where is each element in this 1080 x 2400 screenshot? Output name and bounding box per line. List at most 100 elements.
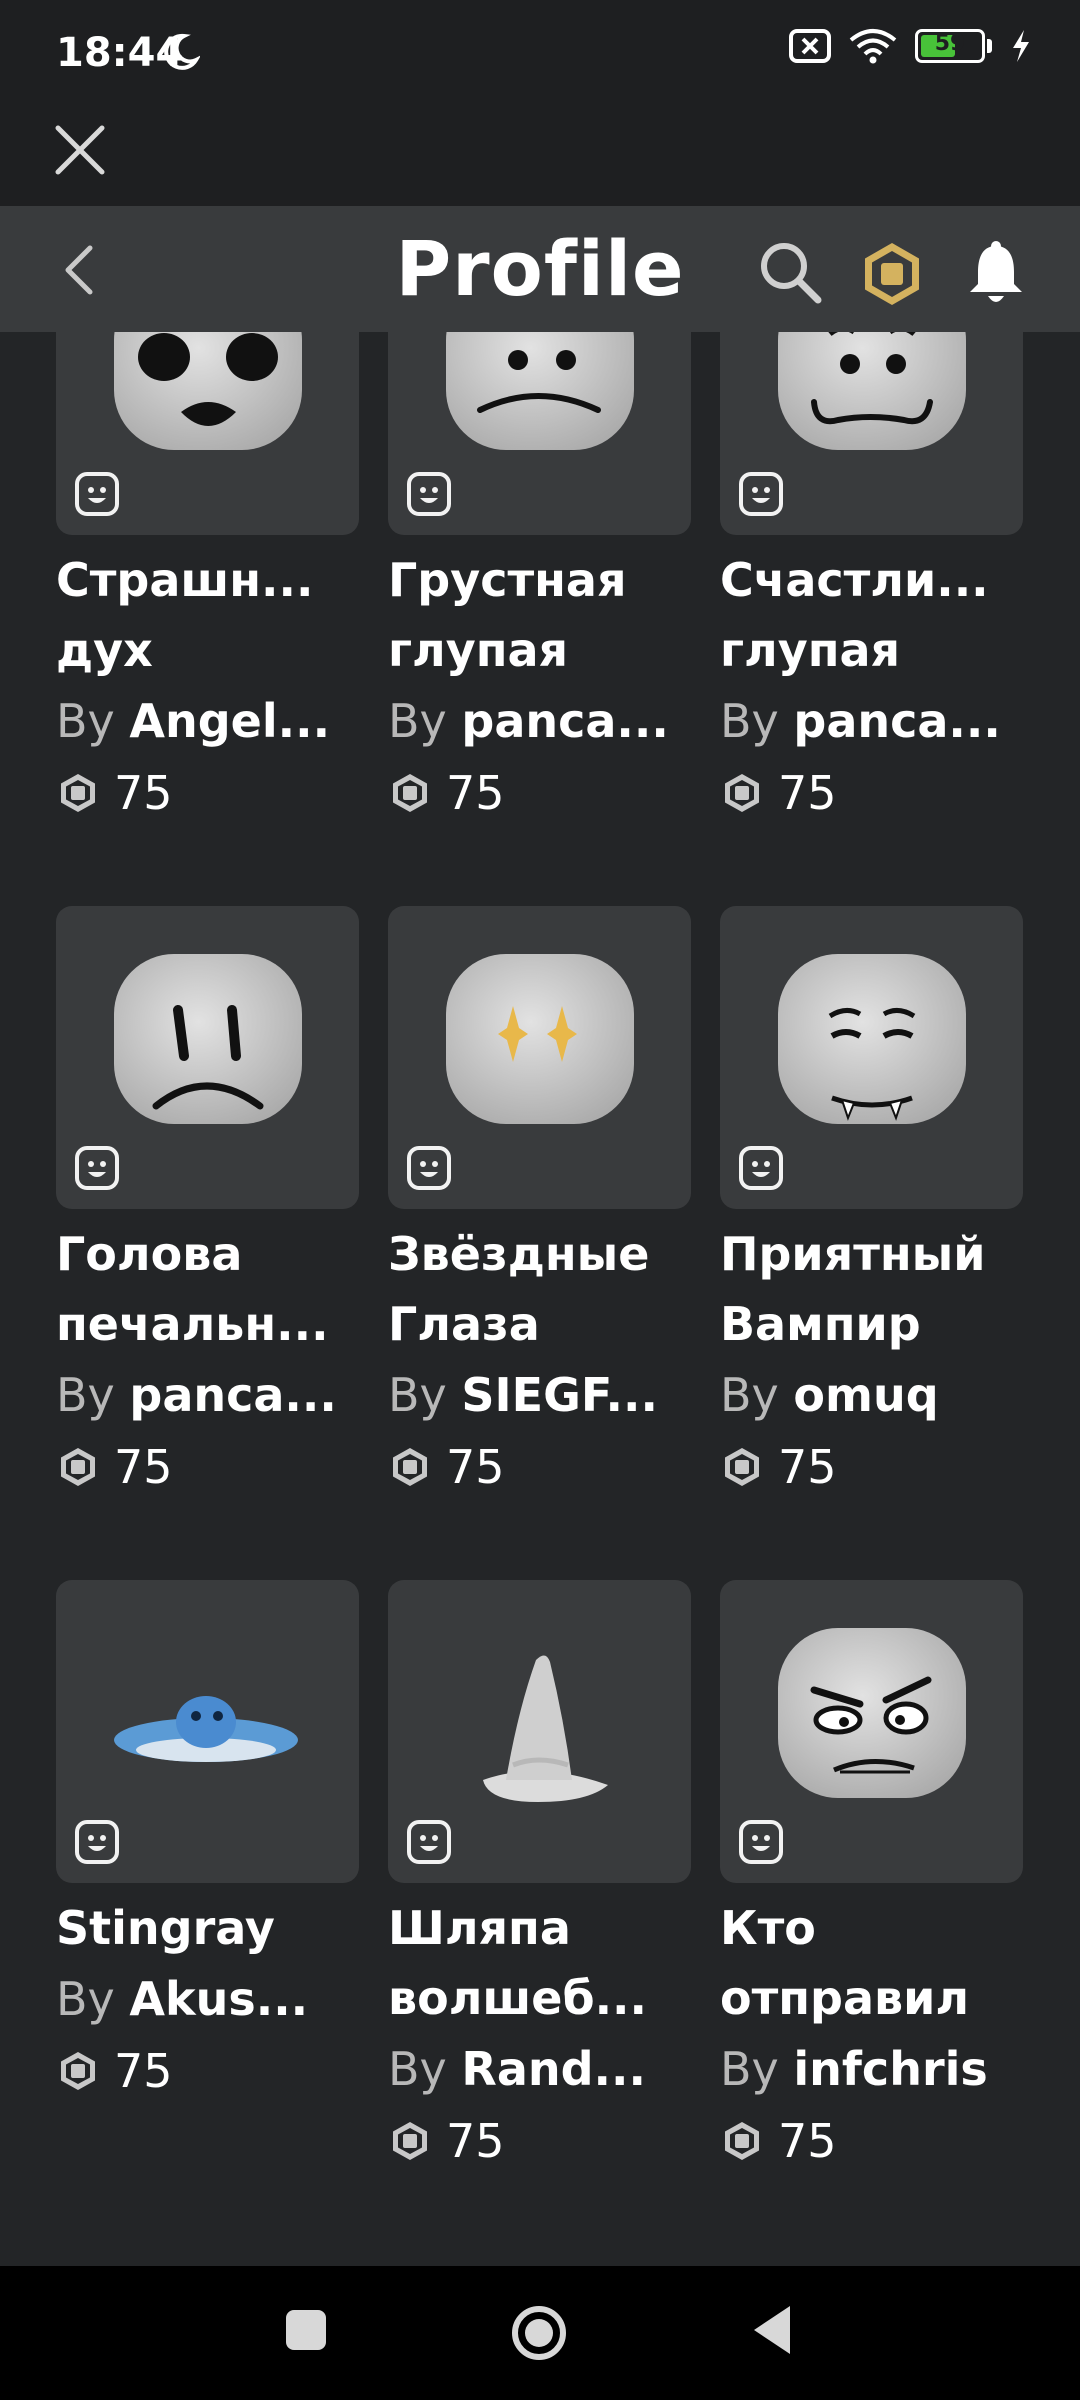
notification-bell-icon[interactable] — [966, 238, 1026, 308]
item-price: 75 — [720, 2105, 1023, 2177]
item-price: 75 — [388, 757, 691, 829]
item-name-line2[interactable]: глупая — [388, 615, 691, 685]
catalog-item[interactable]: Кто отправил By infchris 75 — [720, 1580, 1023, 2254]
wifi-icon — [849, 29, 897, 64]
creator-name[interactable]: panca... — [461, 694, 668, 748]
catalog-item[interactable]: Страшн... дух By Angel... 75 — [56, 332, 359, 906]
creator-name[interactable]: Akus... — [129, 1972, 308, 2026]
item-creator[interactable]: By panca... — [56, 1359, 359, 1431]
item-thumbnail[interactable] — [720, 332, 1023, 535]
price-value: 75 — [114, 1440, 173, 1494]
robux-price-icon — [393, 2122, 427, 2160]
robux-price-icon — [725, 2122, 759, 2160]
item-thumbnail[interactable] — [56, 1580, 359, 1883]
close-icon[interactable] — [50, 120, 110, 180]
item-price: 75 — [56, 757, 359, 829]
item-name-line1[interactable]: Страшн... — [56, 545, 359, 615]
home-button[interactable] — [510, 2304, 568, 2362]
item-creator[interactable]: By infchris — [720, 2033, 1023, 2105]
creator-name[interactable]: panca... — [793, 694, 1000, 748]
price-value: 75 — [778, 766, 837, 820]
face-category-icon — [75, 1146, 119, 1190]
robux-icon[interactable] — [858, 240, 926, 308]
item-price: 75 — [56, 2035, 359, 2107]
item-name-line1[interactable]: Приятный — [720, 1219, 1023, 1289]
item-thumbnail[interactable] — [388, 906, 691, 1209]
item-name-line2[interactable]: отправил — [720, 1963, 1023, 2033]
price-value: 75 — [446, 2114, 505, 2168]
creator-name[interactable]: SIEGF... — [461, 1368, 658, 1422]
item-name-line2[interactable]: Глаза — [388, 1289, 691, 1359]
item-creator[interactable]: By Angel... — [56, 685, 359, 757]
item-name-line2[interactable]: волшеб... — [388, 1963, 691, 2033]
by-label: By — [388, 694, 447, 748]
item-creator[interactable]: By panca... — [388, 685, 691, 757]
items-grid: Страшн... дух By Angel... 75 Грустная гл… — [56, 332, 1024, 2254]
item-thumbnail[interactable] — [388, 332, 691, 535]
recents-button[interactable] — [286, 2310, 326, 2350]
search-icon[interactable] — [756, 238, 826, 308]
charging-icon — [1013, 30, 1029, 62]
price-value: 75 — [778, 2114, 837, 2168]
face-category-icon — [739, 1146, 783, 1190]
catalog-item[interactable]: Голова печальн... By panca... 75 — [56, 906, 359, 1580]
face-category-icon — [407, 1146, 451, 1190]
item-price: 75 — [720, 1431, 1023, 1503]
price-value: 75 — [114, 766, 173, 820]
by-label: By — [720, 2042, 779, 2096]
item-name-line2[interactable]: дух — [56, 615, 359, 685]
item-price: 75 — [720, 757, 1023, 829]
item-thumbnail[interactable] — [56, 906, 359, 1209]
battery-tip — [987, 39, 992, 53]
system-nav-bar — [0, 2266, 1080, 2400]
item-thumbnail[interactable] — [720, 1580, 1023, 1883]
item-name-line1[interactable]: Грустная — [388, 545, 691, 615]
item-creator[interactable]: By omuq — [720, 1359, 1023, 1431]
catalog-item[interactable]: Звёздные Глаза By SIEGF... 75 — [388, 906, 691, 1580]
battery-level: 59 — [934, 31, 966, 56]
item-name-line1[interactable]: Stingray — [56, 1893, 359, 1963]
battery-icon: 59 — [915, 29, 985, 63]
item-creator[interactable]: By Rand... — [388, 2033, 691, 2105]
items-scroll-area[interactable]: Страшн... дух By Angel... 75 Грустная гл… — [0, 332, 1080, 2266]
item-name-line1[interactable]: Шляпа — [388, 1893, 691, 1963]
item-name-line2[interactable]: печальн... — [56, 1289, 359, 1359]
item-thumbnail[interactable] — [56, 332, 359, 535]
robux-price-icon — [61, 774, 95, 812]
moon-icon — [164, 33, 200, 70]
robux-price-icon — [393, 1448, 427, 1486]
catalog-item[interactable]: Грустная глупая By panca... 75 — [388, 332, 691, 906]
item-name-line2[interactable]: глупая — [720, 615, 1023, 685]
item-name-line1[interactable]: Голова — [56, 1219, 359, 1289]
face-category-icon — [75, 472, 119, 516]
face-category-icon — [75, 1820, 119, 1864]
robux-price-icon — [725, 1448, 759, 1486]
by-label: By — [720, 694, 779, 748]
face-category-icon — [407, 472, 451, 516]
creator-name[interactable]: omuq — [793, 1368, 938, 1422]
item-name-line1[interactable]: Счастли... — [720, 545, 1023, 615]
catalog-item[interactable]: Stingray By Akus... 75 — [56, 1580, 359, 2254]
catalog-item[interactable]: Счастли... глупая By panca... 75 — [720, 332, 1023, 906]
item-thumbnail[interactable] — [720, 906, 1023, 1209]
creator-name[interactable]: panca... — [129, 1368, 336, 1422]
face-category-icon — [407, 1820, 451, 1864]
item-name-line2[interactable]: Вампир — [720, 1289, 1023, 1359]
system-back-button[interactable] — [752, 2304, 792, 2356]
item-name-line1[interactable]: Кто — [720, 1893, 1023, 1963]
item-creator[interactable]: By SIEGF... — [388, 1359, 691, 1431]
creator-name[interactable]: infchris — [793, 2042, 987, 2096]
by-label: By — [388, 2042, 447, 2096]
item-price: 75 — [388, 2105, 691, 2177]
by-label: By — [56, 1368, 115, 1422]
item-thumbnail[interactable] — [388, 1580, 691, 1883]
creator-name[interactable]: Angel... — [129, 694, 330, 748]
by-label: By — [56, 1972, 115, 2026]
creator-name[interactable]: Rand... — [461, 2042, 646, 2096]
catalog-item[interactable]: Приятный Вампир By omuq 75 — [720, 906, 1023, 1580]
item-creator[interactable]: By Akus... — [56, 1963, 359, 2035]
catalog-item[interactable]: Шляпа волшеб... By Rand... 75 — [388, 1580, 691, 2254]
item-name-line1[interactable]: Звёздные — [388, 1219, 691, 1289]
item-creator[interactable]: By panca... — [720, 685, 1023, 757]
profile-header: Profile — [0, 206, 1080, 332]
